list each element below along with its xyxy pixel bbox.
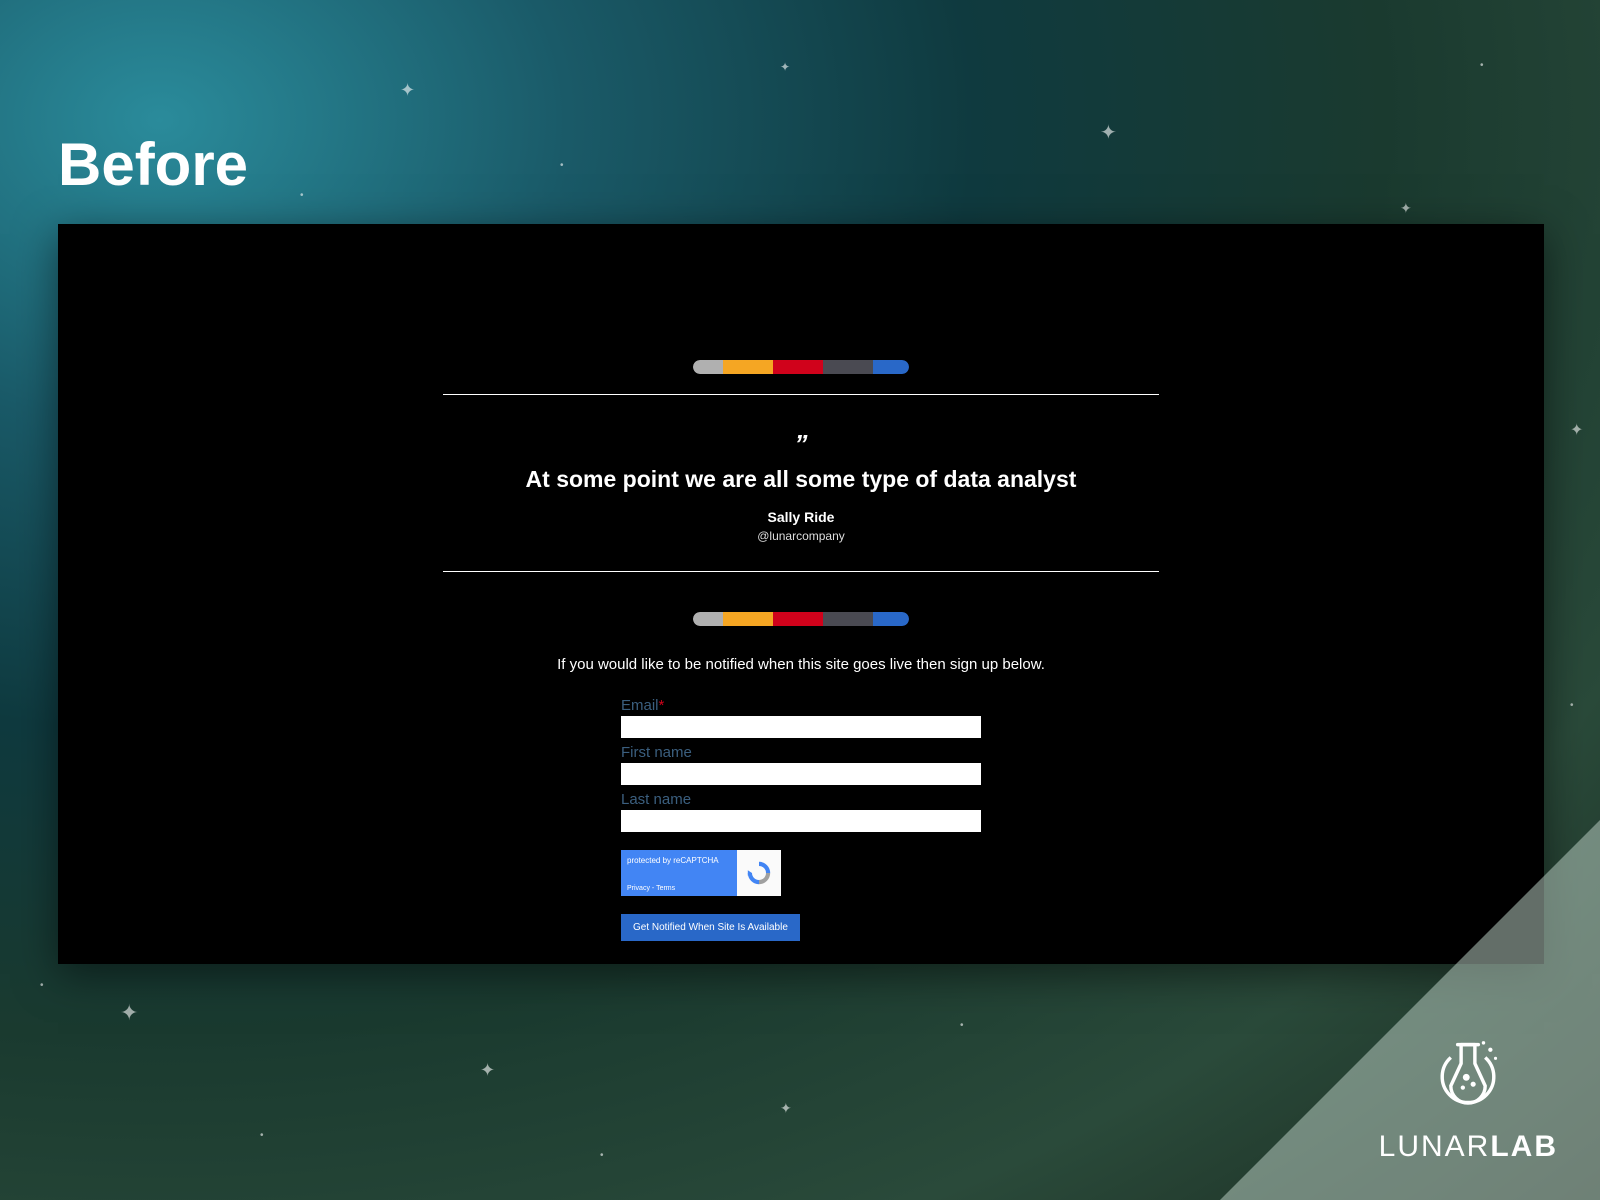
brand-name: LUNARLAB [1379, 1130, 1558, 1164]
signup-intro: If you would like to be notified when th… [557, 656, 1045, 673]
recaptcha-icon [745, 859, 773, 887]
recaptcha-badge[interactable]: protected by reCAPTCHA Privacy - Terms [621, 850, 781, 896]
firstname-label: First name [621, 744, 981, 761]
flask-moon-icon [1425, 1036, 1511, 1122]
quote-handle: @lunarcompany [757, 529, 845, 543]
lastname-label: Last name [621, 791, 981, 808]
signup-form: Email* First name Last name protected by… [621, 691, 981, 941]
quote-text: At some point we are all some type of da… [526, 466, 1077, 493]
recaptcha-privacy-link[interactable]: Privacy [627, 885, 650, 892]
firstname-field[interactable] [621, 763, 981, 785]
quote-author: Sally Ride [768, 509, 835, 525]
lastname-field[interactable] [621, 810, 981, 832]
submit-button[interactable]: Get Notified When Site Is Available [621, 914, 800, 941]
required-mark: * [659, 697, 665, 714]
color-accent-bar [693, 360, 909, 374]
quote-mark-icon: ” [795, 429, 808, 460]
brand-logo: LUNARLAB [1379, 1036, 1558, 1164]
recaptcha-terms-link[interactable]: Terms [656, 885, 675, 892]
email-field[interactable] [621, 716, 981, 738]
email-label: Email* [621, 697, 981, 714]
color-accent-bar [693, 612, 909, 626]
divider [443, 394, 1159, 395]
divider [443, 571, 1159, 572]
recaptcha-text: protected by reCAPTCHA Privacy - Terms [621, 850, 737, 896]
slide-title: Before [58, 130, 248, 199]
